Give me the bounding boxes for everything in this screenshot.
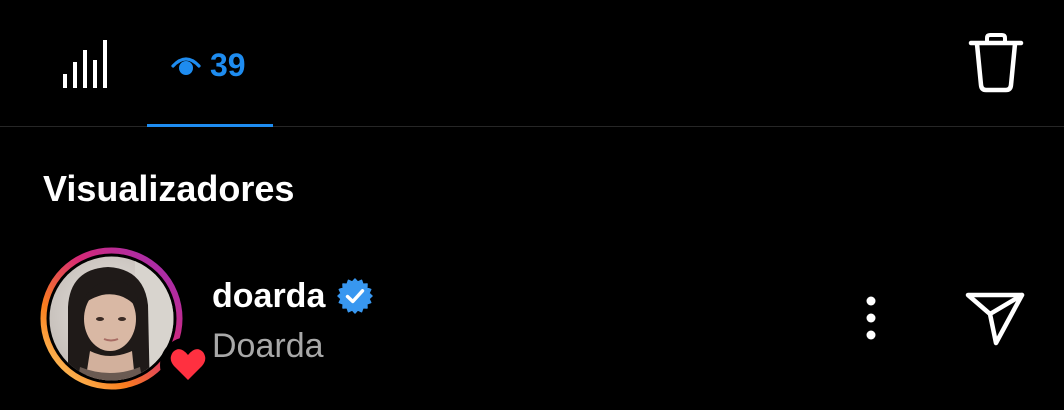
avatar[interactable] [40, 247, 216, 393]
eye-icon [171, 57, 201, 75]
liked-badge [160, 337, 216, 393]
send-icon [965, 292, 1025, 346]
more-options-button[interactable] [850, 292, 892, 346]
active-tab-indicator [147, 124, 273, 127]
viewer-row[interactable]: doarda Doarda [0, 240, 1064, 400]
viewer-full-name: Doarda [212, 327, 324, 365]
viewer-username: doarda [212, 277, 326, 315]
tab-insights[interactable] [56, 38, 112, 90]
tab-viewers[interactable]: 39 [147, 0, 273, 127]
viewer-count: 39 [210, 47, 246, 83]
more-vertical-icon [866, 296, 876, 340]
verified-badge-icon [337, 278, 374, 314]
bar-chart-icon [63, 40, 107, 88]
delete-button[interactable] [966, 32, 1026, 94]
send-message-button[interactable] [962, 290, 1028, 348]
story-tab-bar: 39 [0, 0, 1064, 127]
trash-icon [968, 33, 1024, 93]
username-link[interactable]: doarda [212, 276, 374, 316]
section-title: Visualizadores [43, 168, 295, 209]
heart-icon [170, 349, 206, 380]
